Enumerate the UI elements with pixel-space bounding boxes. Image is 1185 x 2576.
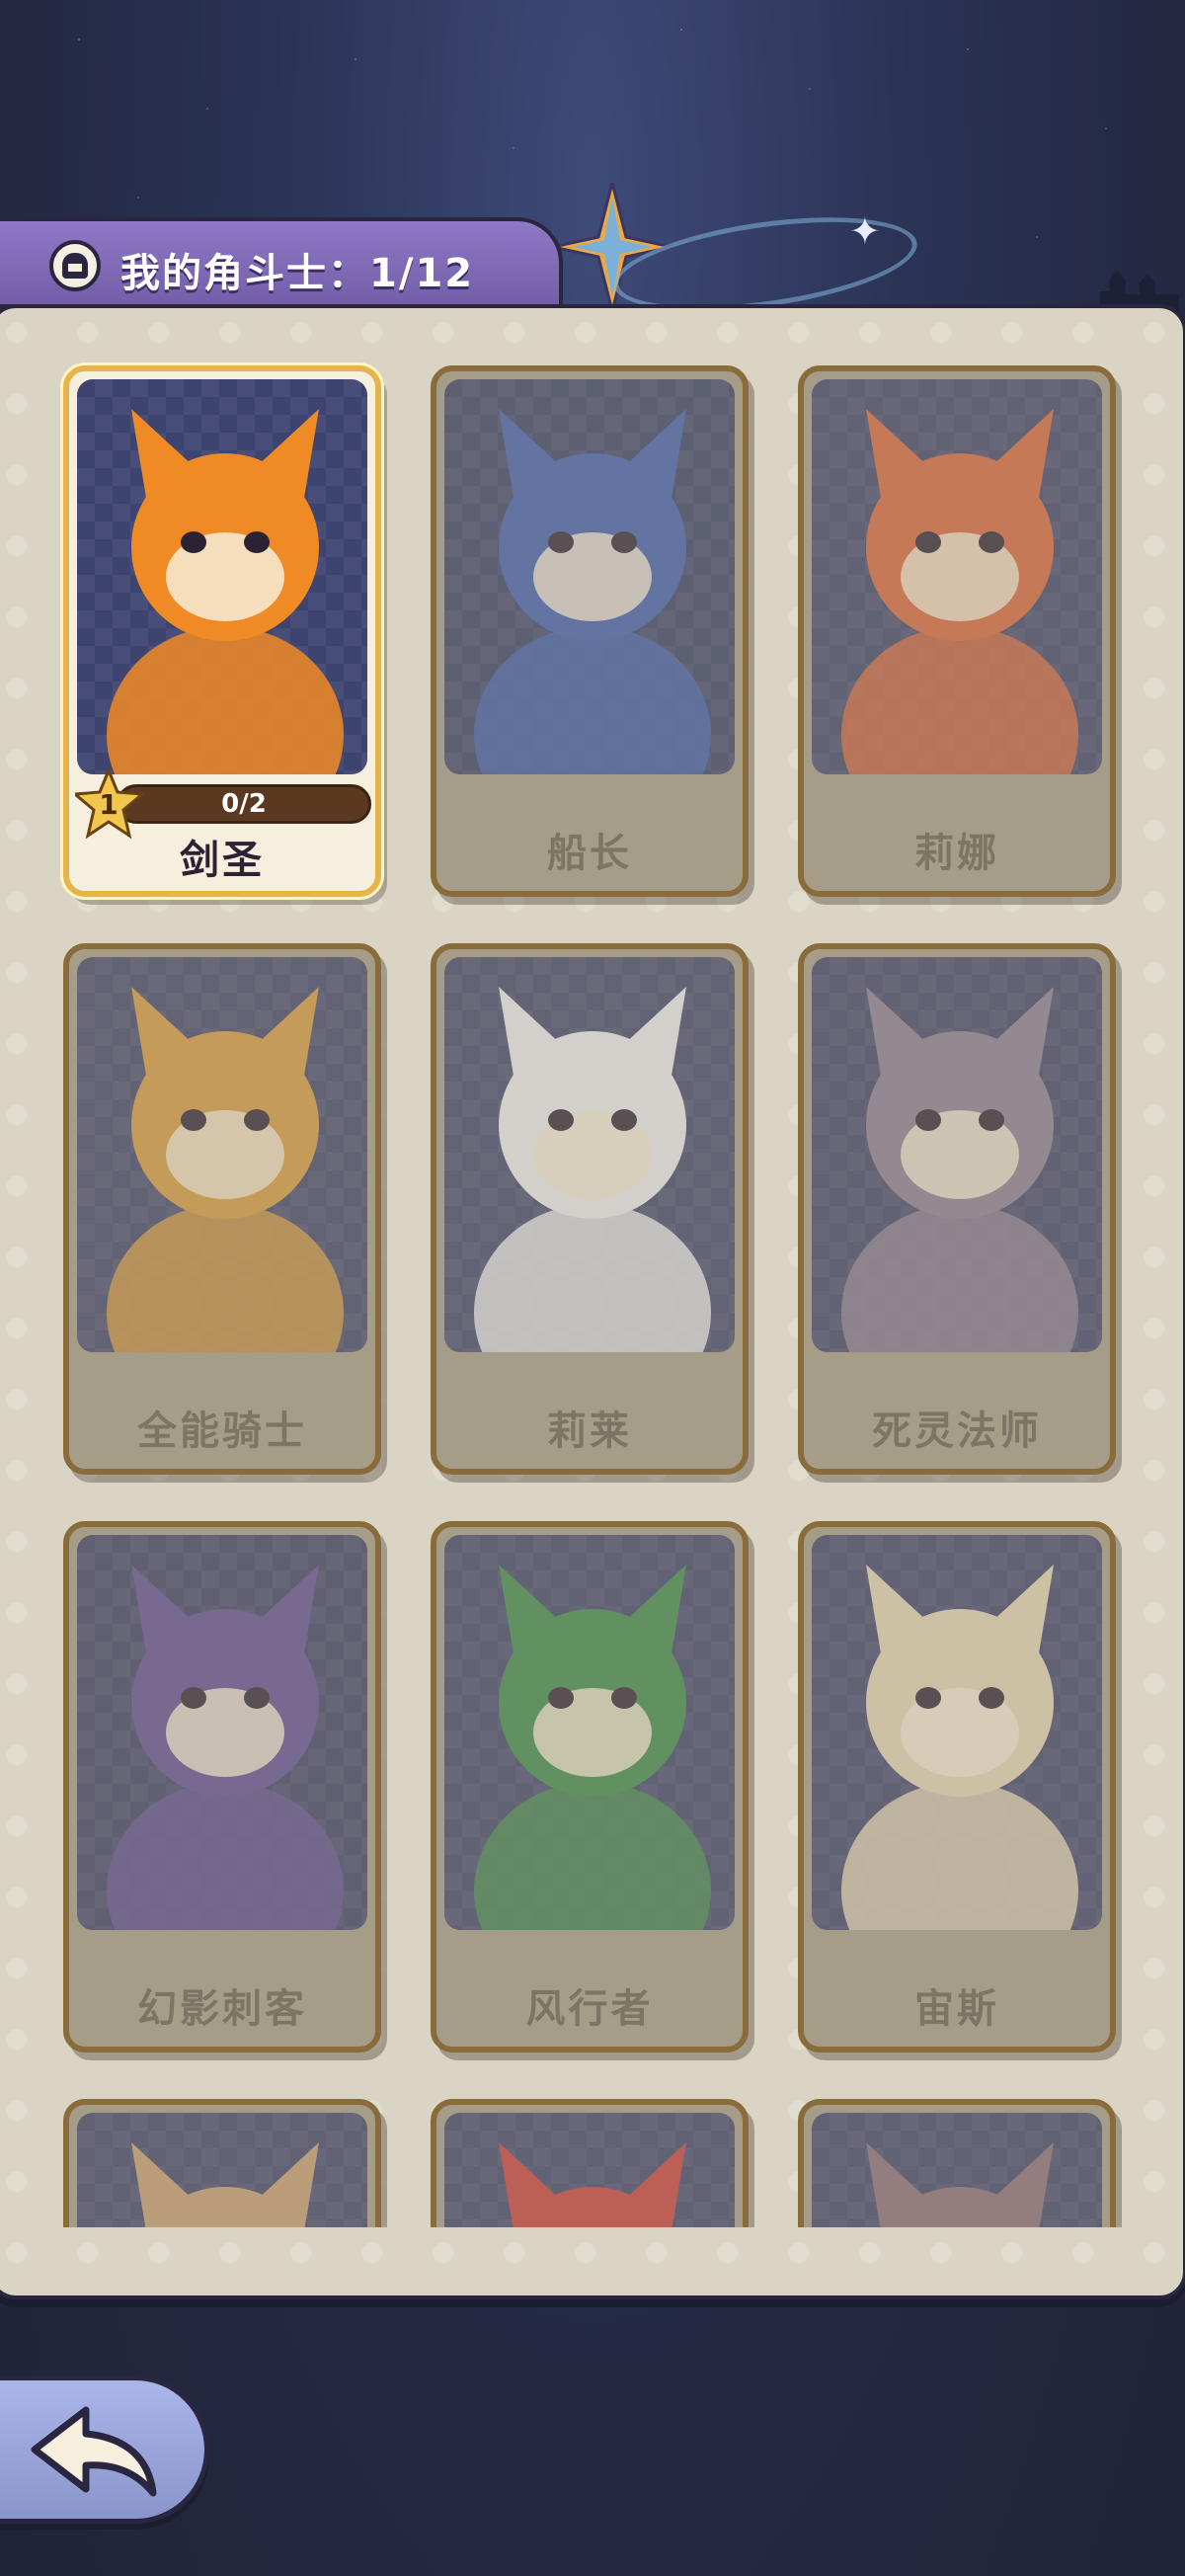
back-arrow-icon xyxy=(31,2406,157,2497)
fighter-portrait xyxy=(77,957,367,1352)
fighter-name: 死灵法师 xyxy=(872,1409,1042,1454)
fighter-portrait xyxy=(444,1535,735,1930)
fighter-card[interactable] xyxy=(431,2099,749,2227)
fighter-portrait xyxy=(444,957,735,1352)
fighter-portrait xyxy=(444,379,735,774)
fighter-card[interactable]: 风行者 xyxy=(431,1521,749,2053)
progress-text: 0/2 xyxy=(221,789,267,819)
fighter-name: 莉莱 xyxy=(547,1409,632,1454)
fighter-level: 1 xyxy=(99,788,118,821)
fighter-name: 风行者 xyxy=(525,1986,654,2032)
fighter-portrait xyxy=(812,379,1102,774)
fighter-artwork xyxy=(866,2142,1054,2227)
fighter-portrait xyxy=(77,379,367,774)
helmet-icon xyxy=(49,240,101,291)
fighter-artwork xyxy=(841,409,1078,774)
fighter-card[interactable]: 莉娜 xyxy=(798,365,1116,897)
fighter-name: 船长 xyxy=(547,831,632,876)
fighter-portrait xyxy=(812,1535,1102,1930)
fighter-artwork xyxy=(841,987,1078,1352)
fighter-portrait xyxy=(812,2113,1102,2227)
fighter-name: 宙斯 xyxy=(914,1986,999,2032)
fighter-artwork xyxy=(131,2142,319,2227)
upgrade-progress-bar: 0/2 xyxy=(117,784,371,824)
fighter-name: 全能骑士 xyxy=(137,1409,307,1454)
fighter-artwork xyxy=(474,987,711,1352)
fighter-card[interactable]: 莉莱 xyxy=(431,943,749,1475)
fighter-card[interactable] xyxy=(63,2099,381,2227)
collection-count-title: 我的角斗士：1/12 xyxy=(120,251,475,296)
fighter-name: 幻影刺客 xyxy=(137,1986,307,2032)
fighter-artwork xyxy=(474,1565,711,1930)
fighter-name: 剑圣 xyxy=(180,838,265,883)
fighter-portrait xyxy=(77,1535,367,1930)
fighter-card[interactable]: 死灵法师 xyxy=(798,943,1116,1475)
fighter-artwork xyxy=(107,409,344,774)
fighter-grid[interactable]: 0/2 1 剑圣 船长 莉娜全能骑士 莉莱 死灵法师幻影刺客 风行者 宙斯 xyxy=(0,346,1185,2227)
fighter-card[interactable] xyxy=(798,2099,1116,2227)
fighter-card[interactable]: 幻影刺客 xyxy=(63,1521,381,2053)
fighter-artwork xyxy=(107,1565,344,1930)
sparkle-icon: ✦ xyxy=(849,209,881,253)
fighter-card[interactable]: 0/2 1 剑圣 xyxy=(63,365,381,897)
fighter-portrait xyxy=(77,2113,367,2227)
fighter-card[interactable]: 宙斯 xyxy=(798,1521,1116,2053)
back-button[interactable] xyxy=(0,2375,209,2524)
fighter-portrait xyxy=(812,957,1102,1352)
fighter-artwork xyxy=(107,987,344,1352)
fighter-card[interactable]: 船长 xyxy=(431,365,749,897)
fighter-card[interactable]: 全能骑士 xyxy=(63,943,381,1475)
collection-header-tab: 我的角斗士：1/12 xyxy=(0,217,563,308)
fighter-portrait xyxy=(444,2113,735,2227)
fighter-name: 莉娜 xyxy=(914,831,999,876)
fighter-artwork xyxy=(474,409,711,774)
fighter-artwork xyxy=(841,1565,1078,1930)
fighter-artwork xyxy=(499,2142,686,2227)
